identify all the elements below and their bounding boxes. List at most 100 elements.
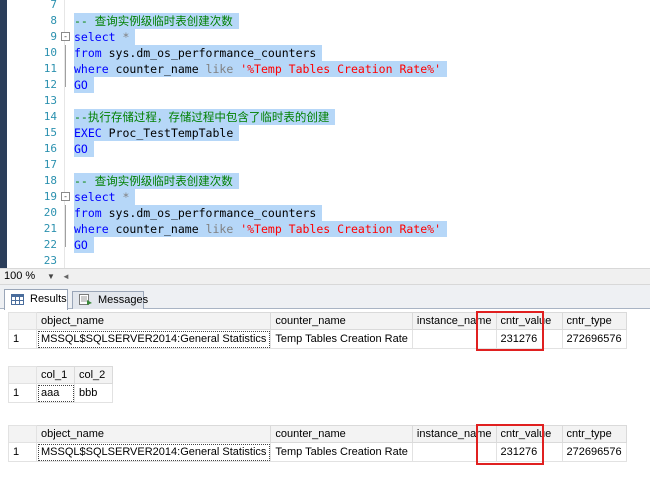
cntr-value-highlight-2	[476, 424, 544, 465]
grid-cell[interactable]: MSSQL$SQLSERVER2014:General Statistics	[35, 329, 272, 349]
code-line[interactable]: 14 --执行存储过程，存储过程中包含了临时表的创建	[0, 109, 650, 125]
tab-messages-label: Messages	[98, 294, 149, 306]
code-line[interactable]: 22 GO	[0, 237, 650, 253]
grid-cell[interactable]: Temp Tables Creation Rate	[270, 442, 413, 462]
code-line[interactable]: 23	[0, 253, 650, 269]
code-token: --执行存储过程，存储过程中包含了临时表的创建	[74, 110, 330, 124]
line-number: 14	[43, 110, 57, 123]
code-line[interactable]: 15 EXEC Proc_TestTempTable	[0, 125, 650, 141]
tab-messages[interactable]: Messages	[72, 291, 148, 309]
row-number[interactable]: 1	[8, 329, 37, 349]
row-number[interactable]: 1	[8, 442, 37, 462]
line-number: 11	[43, 62, 57, 75]
grid-cell[interactable]: 272696576	[561, 329, 627, 349]
code-line[interactable]: 7	[0, 0, 650, 13]
code-line[interactable]: 18 -- 查询实例级临时表创建次数	[0, 173, 650, 189]
grid-cell[interactable]: 272696576	[561, 442, 627, 462]
line-number: 21	[43, 222, 57, 235]
code-line[interactable]: 10 from sys.dm_os_performance_counters	[0, 45, 650, 61]
code-text: -- 查询实例级临时表创建次数	[74, 13, 239, 29]
code-token: where	[74, 222, 109, 236]
scroll-left-icon[interactable]: ◄	[62, 269, 70, 284]
column-header[interactable]: counter_name	[270, 425, 413, 443]
column-header[interactable]: object_name	[35, 312, 272, 330]
line-number: 17	[43, 158, 57, 171]
column-header[interactable]: col_2	[74, 366, 113, 384]
code-token: counter_name	[108, 62, 206, 76]
code-token: like	[205, 222, 234, 236]
code-token: select	[74, 190, 116, 204]
table-row[interactable]: 1 aaa bbb	[8, 383, 113, 403]
tab-results-label: Results	[30, 293, 67, 305]
column-header[interactable]: cntr_type	[561, 425, 627, 443]
code-line[interactable]: 11 where counter_name like '%Temp Tables …	[0, 61, 650, 77]
column-header[interactable]: cntr_type	[561, 312, 627, 330]
zoom-bar: 100 % ▼ ◄	[0, 268, 650, 285]
result-grid-2[interactable]: col_1 col_2 1 aaa bbb	[8, 366, 113, 403]
grid-cell[interactable]: aaa	[36, 383, 75, 403]
column-header[interactable]: object_name	[35, 425, 272, 443]
code-text: --执行存储过程，存储过程中包含了临时表的创建	[74, 109, 336, 125]
code-line[interactable]: 16 GO	[0, 141, 650, 157]
code-text: GO	[74, 141, 94, 157]
code-token: where	[74, 62, 109, 76]
tab-results[interactable]: Results	[4, 289, 68, 310]
line-number: 15	[43, 126, 57, 139]
code-token: '%Temp Tables Creation Rate%'	[240, 62, 441, 76]
collapse-icon[interactable]: -	[61, 192, 70, 201]
row-number[interactable]: 1	[8, 383, 37, 403]
code-line[interactable]: 8 -- 查询实例级临时表创建次数	[0, 13, 650, 29]
grid-cell[interactable]: Temp Tables Creation Rate	[270, 329, 413, 349]
row-header-corner	[8, 366, 37, 384]
code-text: -- 查询实例级临时表创建次数	[74, 173, 239, 189]
line-number: 16	[43, 142, 57, 155]
code-text: where counter_name like '%Temp Tables Cr…	[74, 61, 447, 77]
collapse-icon[interactable]: -	[61, 32, 70, 41]
code-text: where counter_name like '%Temp Tables Cr…	[74, 221, 447, 237]
column-header[interactable]: counter_name	[270, 312, 413, 330]
zoom-level-select[interactable]: 100 %	[4, 269, 35, 284]
code-token: GO	[74, 142, 88, 156]
grid-cell[interactable]: MSSQL$SQLSERVER2014:General Statistics	[35, 442, 272, 462]
grid-header-row: col_1 col_2	[8, 366, 113, 384]
code-token: like	[205, 62, 234, 76]
column-header[interactable]: col_1	[36, 366, 75, 384]
code-token: -- 查询实例级临时表创建次数	[74, 174, 233, 188]
code-token: sys.dm_os_performance_counters	[101, 206, 317, 220]
grid-cell[interactable]: bbb	[74, 383, 113, 403]
code-text: select *	[74, 189, 136, 205]
code-token: GO	[74, 78, 88, 92]
code-token: sys.dm_os_performance_counters	[101, 46, 317, 60]
code-token: select	[74, 30, 116, 44]
row-header-corner	[8, 425, 37, 443]
code-text: from sys.dm_os_performance_counters	[74, 205, 323, 221]
code-line[interactable]: 9- select *	[0, 29, 650, 45]
code-text: EXEC Proc_TestTempTable	[74, 125, 240, 141]
row-header-corner	[8, 312, 37, 330]
code-line[interactable]: 19- select *	[0, 189, 650, 205]
results-pane[interactable]: object_name counter_name instance_name c…	[0, 309, 650, 498]
chevron-down-icon[interactable]: ▼	[47, 269, 55, 284]
code-line[interactable]: 17	[0, 157, 650, 173]
code-token: GO	[74, 238, 88, 252]
code-text: GO	[74, 237, 94, 253]
line-number: 12	[43, 78, 57, 91]
code-line[interactable]: 13	[0, 93, 650, 109]
code-token: '%Temp Tables Creation Rate%'	[240, 222, 441, 236]
line-number: 22	[43, 238, 57, 251]
code-line[interactable]: 20 from sys.dm_os_performance_counters	[0, 205, 650, 221]
line-number: 9	[50, 30, 57, 43]
line-number: 23	[43, 254, 57, 267]
query-editor[interactable]: 7 8 -- 查询实例级临时表创建次数 9- select * 10 from sys.dm…	[0, 0, 650, 268]
messages-icon	[79, 294, 92, 305]
line-number: 18	[43, 174, 57, 187]
code-token: from	[74, 206, 102, 220]
line-number: 10	[43, 46, 57, 59]
code-line[interactable]: 21 where counter_name like '%Temp Tables …	[0, 221, 650, 237]
code-token: EXEC	[74, 126, 102, 140]
grid-icon	[11, 294, 24, 305]
code-line[interactable]: 12 GO	[0, 77, 650, 93]
code-token: *	[115, 190, 130, 204]
cntr-value-highlight-1	[476, 311, 544, 351]
code-token: -- 查询实例级临时表创建次数	[74, 14, 233, 28]
